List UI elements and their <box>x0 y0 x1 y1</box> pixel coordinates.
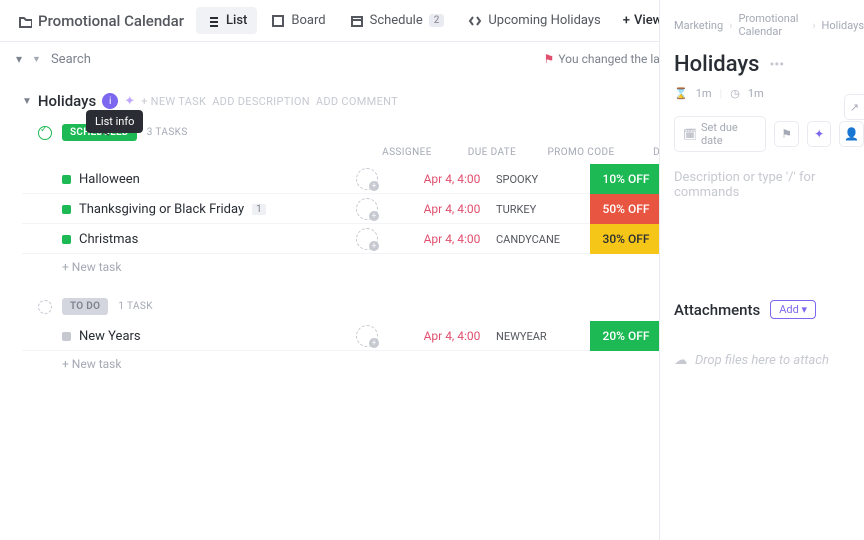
tab-schedule[interactable]: Schedule 2 <box>340 7 455 34</box>
detail-panel: Marketing› Promotional Calendar› Holiday… <box>659 0 864 540</box>
calendar-icon <box>350 14 364 28</box>
assignee-button[interactable]: 👤 <box>839 121 864 147</box>
promo-code[interactable]: SPOOKY <box>492 173 590 186</box>
warn-icon: ⚑ <box>544 52 555 66</box>
breadcrumb[interactable]: Marketing› Promotional Calendar› Holiday… <box>674 12 864 38</box>
hourglass-icon: ⌛ <box>674 87 688 100</box>
share-button[interactable]: ↗ <box>844 94 864 120</box>
embed-icon <box>468 14 482 28</box>
add-attachment[interactable]: Add ▾ <box>770 300 816 319</box>
status-square[interactable] <box>62 332 71 341</box>
assignee-add[interactable] <box>356 325 378 347</box>
clock-icon: ◷ <box>730 87 740 100</box>
info-icon[interactable]: i <box>102 93 118 109</box>
folder-title[interactable]: Promotional Calendar <box>10 8 192 34</box>
subtask-badge[interactable]: 1 <box>252 204 266 215</box>
attachments-heading: Attachments <box>674 301 760 319</box>
folder-label: Promotional Calendar <box>38 12 184 30</box>
task-name[interactable]: Thanksgiving or Black Friday <box>79 202 244 217</box>
folder-icon <box>18 14 32 28</box>
ai-button[interactable]: ✦ <box>807 121 832 147</box>
assignee-add[interactable] <box>356 228 378 250</box>
deal-value[interactable]: 30% OFF <box>590 224 662 254</box>
panel-more[interactable]: ••• <box>770 57 785 73</box>
add-description[interactable]: ADD DESCRIPTION <box>212 95 310 108</box>
new-task-button[interactable]: + NEW TASK <box>141 95 206 108</box>
tab-upcoming[interactable]: Upcoming Holidays <box>458 7 610 34</box>
task-name[interactable]: Halloween <box>79 172 140 187</box>
list-icon <box>206 14 220 28</box>
add-comment[interactable]: ADD COMMENT <box>316 95 398 108</box>
search-input[interactable]: Search <box>51 52 91 67</box>
ai-icon[interactable]: ✦ <box>124 94 135 109</box>
tab-board[interactable]: Board <box>261 7 335 34</box>
filter-caret[interactable]: ▼ <box>32 54 41 65</box>
set-due-date[interactable]: 🗓Set due date <box>674 116 766 152</box>
upload-icon: ☁ <box>674 353 687 368</box>
status-chip[interactable]: TO DO <box>62 298 108 315</box>
task-name[interactable]: New Years <box>79 329 141 344</box>
task-count: 3 TASKS <box>147 127 188 138</box>
filter-icon[interactable]: ▾ <box>16 52 22 66</box>
assignee-add[interactable] <box>356 168 378 190</box>
tooltip: List info <box>86 110 143 133</box>
deal-value[interactable]: 50% OFF <box>590 194 662 224</box>
status-circle[interactable] <box>38 126 52 140</box>
promo-code[interactable]: NEWYEAR <box>492 330 590 343</box>
due-date[interactable]: Apr 4, 4:00 <box>412 232 492 246</box>
due-date[interactable]: Apr 4, 4:00 <box>412 202 492 216</box>
panel-title[interactable]: Holidays <box>674 52 760 77</box>
due-date[interactable]: Apr 4, 4:00 <box>412 172 492 186</box>
status-square[interactable] <box>62 205 71 214</box>
tab-badge: 2 <box>429 14 445 27</box>
description-input[interactable]: Description or type '/' for commands <box>674 170 864 200</box>
plus-icon: + <box>623 13 630 28</box>
status-circle[interactable] <box>38 300 52 314</box>
tab-list[interactable]: List <box>196 7 257 34</box>
dropzone[interactable]: ☁ Drop files here to attach <box>674 353 864 368</box>
status-square[interactable] <box>62 235 71 244</box>
flag-button[interactable]: ⚑ <box>774 121 799 147</box>
task-count: 1 TASK <box>118 301 153 312</box>
deal-value[interactable]: 20% OFF <box>590 321 662 351</box>
promo-code[interactable]: CANDYCANE <box>492 233 590 246</box>
board-icon <box>271 14 285 28</box>
list-title[interactable]: Holidays <box>38 92 96 110</box>
assignee-add[interactable] <box>356 198 378 220</box>
status-square[interactable] <box>62 175 71 184</box>
calendar-icon: 🗓 <box>683 128 697 141</box>
due-date[interactable]: Apr 4, 4:00 <box>412 329 492 343</box>
collapse-caret[interactable]: ▼ <box>22 96 32 107</box>
promo-code[interactable]: TURKEY <box>492 203 590 216</box>
deal-value[interactable]: 10% OFF <box>590 164 662 194</box>
task-name[interactable]: Christmas <box>79 232 138 247</box>
